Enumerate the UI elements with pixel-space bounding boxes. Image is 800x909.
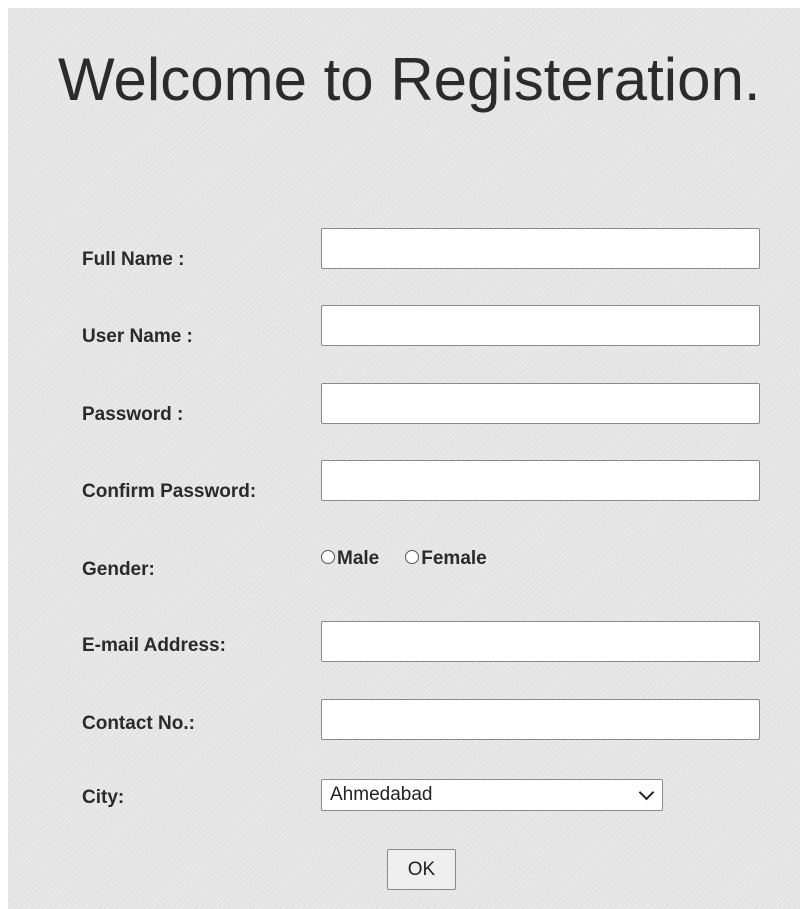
radio-unchecked-icon[interactable] [321, 550, 335, 564]
ok-button[interactable]: OK [387, 849, 456, 890]
email-label: E-mail Address: [82, 635, 226, 656]
full-name-input[interactable] [321, 228, 760, 269]
confirm-password-label: Confirm Password: [82, 481, 257, 502]
full-name-label: Full Name : [82, 249, 185, 270]
gender-option-male[interactable]: Male [321, 547, 379, 571]
user-name-label: User Name : [82, 326, 193, 347]
city-label: City: [82, 787, 125, 808]
user-name-input[interactable] [321, 305, 760, 346]
page-title: Welcome to Registeration. [58, 46, 761, 113]
gender-option-label: Female [421, 548, 487, 569]
confirm-password-input[interactable] [321, 460, 760, 501]
email-input[interactable] [321, 621, 760, 662]
contact-input[interactable] [321, 699, 760, 740]
gender-label: Gender: [82, 559, 155, 580]
gender-option-female[interactable]: Female [405, 547, 487, 571]
city-select-value: Ahmedabad [330, 784, 433, 805]
password-label: Password : [82, 404, 184, 425]
registration-panel: Welcome to Registeration. Full Name : Us… [8, 8, 800, 909]
gender-radio-group: Male Female [321, 545, 513, 573]
chevron-down-icon [638, 784, 655, 800]
password-input[interactable] [321, 383, 760, 424]
contact-label: Contact No.: [82, 713, 195, 734]
radio-unchecked-icon[interactable] [405, 550, 420, 564]
gender-option-label: Male [337, 548, 380, 569]
city-select[interactable]: Ahmedabad [321, 779, 663, 811]
